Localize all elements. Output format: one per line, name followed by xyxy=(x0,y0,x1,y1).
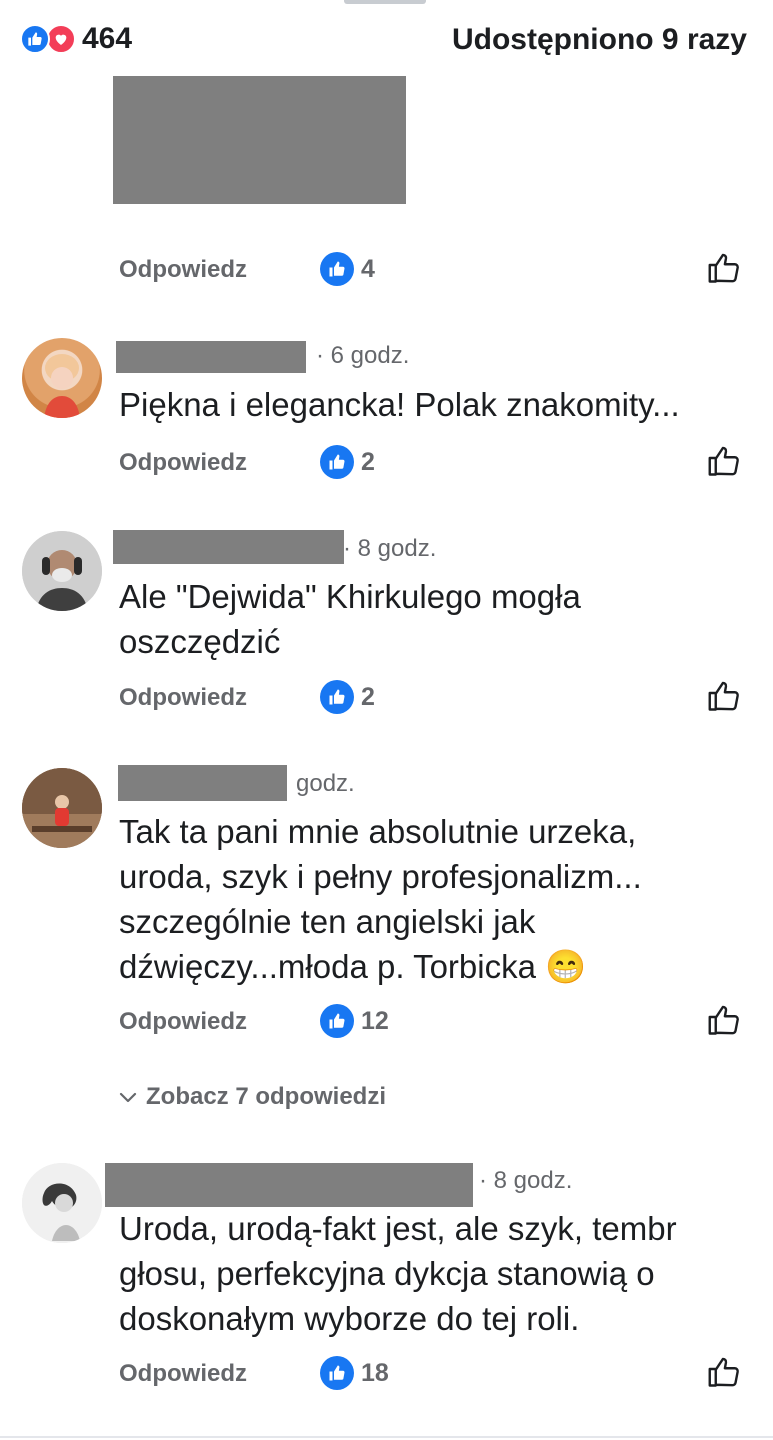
love-reaction-icon xyxy=(46,24,76,54)
comment-timestamp: · 8 godz. xyxy=(479,1167,573,1194)
chevron-down-icon xyxy=(119,1092,137,1103)
reply-button[interactable]: Odpowiedz xyxy=(119,1360,247,1388)
comment-timestamp: godz. xyxy=(296,770,355,797)
redacted-author-name xyxy=(116,341,306,373)
like-reaction-icon xyxy=(20,24,50,54)
comment-actions: Odpowiedz 18 xyxy=(0,1354,773,1394)
reply-button[interactable]: Odpowiedz xyxy=(119,256,247,284)
like-count: 2 xyxy=(361,448,375,476)
avatar[interactable] xyxy=(22,1163,102,1243)
comment-text-line: doskonałym wyborze do tej roli. xyxy=(119,1300,580,1337)
like-button-icon[interactable] xyxy=(706,250,742,286)
like-badge-icon xyxy=(320,445,354,479)
comment-text-line: Ale "Dejwida" Khirkulego mogła xyxy=(119,578,581,615)
avatar[interactable] xyxy=(22,531,102,611)
comment-text-line: uroda, szyk i pełny profesjonalizm... xyxy=(119,858,642,895)
comment-text: Ale "Dejwida" Khirkulego mogła oszczędzi… xyxy=(119,574,759,664)
redacted-author-name xyxy=(113,530,344,564)
like-badge-icon xyxy=(320,1004,354,1038)
shares-count[interactable]: Udostępniono 9 razy xyxy=(452,23,747,57)
like-badge-icon xyxy=(320,680,354,714)
reactions-summary[interactable]: 464 xyxy=(20,22,133,55)
comment-text-line: głosu, perfekcyjna dykcja stanowią o xyxy=(119,1255,655,1292)
like-count: 12 xyxy=(361,1007,389,1035)
like-count: 4 xyxy=(361,255,375,283)
like-button-icon[interactable] xyxy=(706,443,742,479)
reply-button[interactable]: Odpowiedz xyxy=(119,1008,247,1036)
post-stats-bar: 464 Udostępniono 9 razy xyxy=(0,14,773,64)
like-badge-icon xyxy=(320,252,354,286)
comment-actions: Odpowiedz 4 xyxy=(0,250,773,290)
comment-text: Tak ta pani mnie absolutnie urzeka, urod… xyxy=(119,809,759,989)
comment-timestamp: · 6 godz. xyxy=(316,342,410,369)
reactions-count: 464 xyxy=(82,22,133,55)
like-button-icon[interactable] xyxy=(706,678,742,714)
comment-text-line-content: dźwięczy...młoda p. Torbicka xyxy=(119,948,536,985)
view-replies-button[interactable]: Zobacz 7 odpowiedzi xyxy=(118,1083,386,1111)
comment-text-line: szczególnie ten angielski jak xyxy=(119,903,536,940)
avatar[interactable] xyxy=(22,768,102,848)
like-count: 18 xyxy=(361,1359,389,1387)
redacted-content xyxy=(113,76,406,204)
reply-button[interactable]: Odpowiedz xyxy=(119,449,247,477)
reply-button[interactable]: Odpowiedz xyxy=(119,684,247,712)
comment-text-line: Uroda, urodą-fakt jest, ale szyk, tembr xyxy=(119,1210,677,1247)
redacted-author-name xyxy=(105,1163,473,1207)
drag-handle[interactable] xyxy=(344,0,426,4)
avatar[interactable] xyxy=(22,338,102,418)
comment-actions: Odpowiedz 2 xyxy=(0,678,773,718)
comment-actions: Odpowiedz 2 xyxy=(0,443,773,483)
comment-text: Uroda, urodą-fakt jest, ale szyk, tembr … xyxy=(119,1206,759,1341)
view-replies-label: Zobacz 7 odpowiedzi xyxy=(146,1083,387,1110)
comment-timestamp: · 8 godz. xyxy=(343,535,437,562)
comment-text-line: Tak ta pani mnie absolutnie urzeka, xyxy=(119,813,637,850)
like-button-icon[interactable] xyxy=(706,1354,742,1390)
divider xyxy=(0,1436,773,1438)
redacted-author-name xyxy=(118,765,287,801)
like-count: 2 xyxy=(361,683,375,711)
grinning-face-emoji: 😁 xyxy=(545,948,587,985)
comment-actions: Odpowiedz 12 xyxy=(0,1002,773,1042)
like-button-icon[interactable] xyxy=(706,1002,742,1038)
comment-text: Piękna i elegancka! Polak znakomity... xyxy=(119,386,680,423)
like-badge-icon xyxy=(320,1356,354,1390)
comment-text-line: dźwięczy...młoda p. Torbicka 😁 xyxy=(119,944,759,989)
comment-text-line: oszczędzić xyxy=(119,623,281,660)
